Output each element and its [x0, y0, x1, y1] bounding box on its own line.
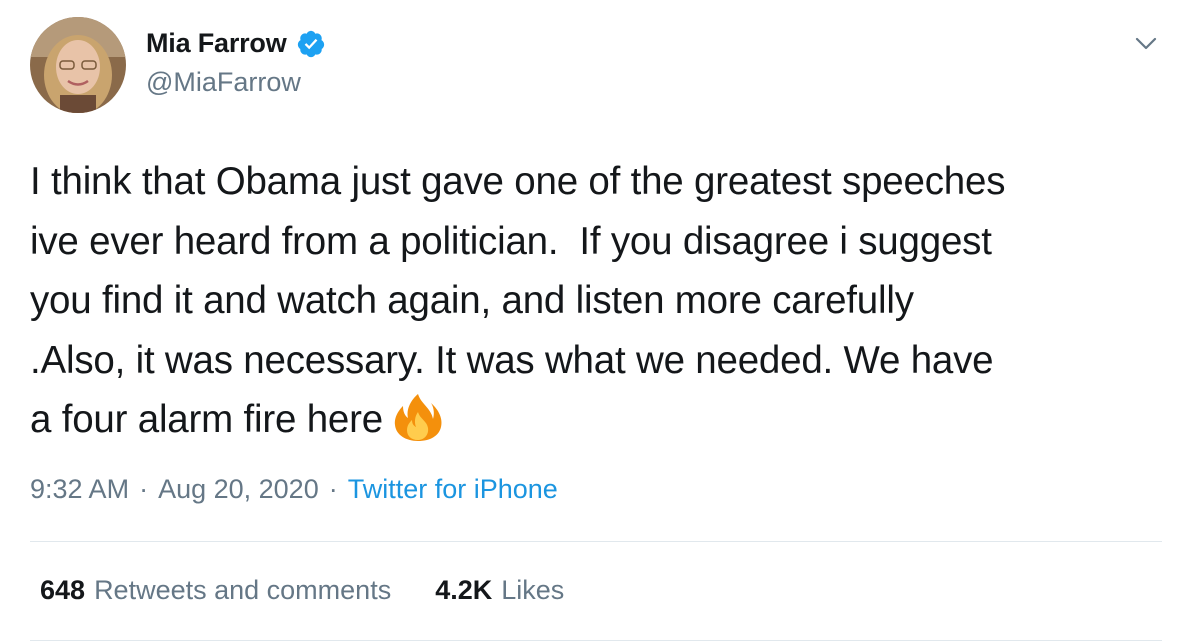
- tweet-line: .Also, it was necessary. It was what we …: [30, 338, 994, 382]
- tweet-stats: 648 Retweets and comments 4.2K Likes: [40, 575, 564, 606]
- user-handle[interactable]: @MiaFarrow: [146, 67, 301, 98]
- user-name-row[interactable]: Mia Farrow: [146, 28, 326, 59]
- tweet-metadata: 9:32 AM · Aug 20, 2020 · Twitter for iPh…: [30, 474, 558, 505]
- chevron-down-icon[interactable]: [1133, 31, 1159, 57]
- separator-dot: ·: [139, 474, 149, 504]
- separator-dot: ·: [328, 474, 338, 504]
- likes-label: Likes: [501, 575, 565, 605]
- retweets-label: Retweets and comments: [94, 575, 392, 605]
- retweets-count: 648: [40, 575, 86, 605]
- tweet-time[interactable]: 9:32 AM: [30, 474, 129, 505]
- tweet-source-link[interactable]: Twitter for iPhone: [348, 474, 558, 505]
- divider: [30, 640, 1162, 641]
- verified-badge-icon: [296, 29, 326, 59]
- tweet-line: a four alarm fire here: [30, 398, 383, 441]
- tweet-line: you find it and watch again, and listen …: [30, 279, 914, 322]
- avatar-image: [30, 17, 126, 113]
- tweet-line: ive ever heard from a politician. If you…: [30, 219, 992, 263]
- tweet-line-last: a four alarm fire here: [30, 390, 1180, 450]
- display-name[interactable]: Mia Farrow: [146, 28, 287, 59]
- avatar[interactable]: [30, 17, 126, 113]
- divider: [30, 541, 1162, 542]
- tweet-text: I think that Obama just gave one of the …: [30, 152, 1180, 450]
- retweets-stat[interactable]: 648 Retweets and comments: [40, 575, 391, 606]
- fire-icon: [391, 392, 445, 442]
- likes-count: 4.2K: [435, 575, 493, 605]
- tweet-line: I think that Obama just gave one of the …: [30, 160, 1006, 203]
- tweet-date[interactable]: Aug 20, 2020: [158, 474, 319, 505]
- likes-stat[interactable]: 4.2K Likes: [435, 575, 564, 606]
